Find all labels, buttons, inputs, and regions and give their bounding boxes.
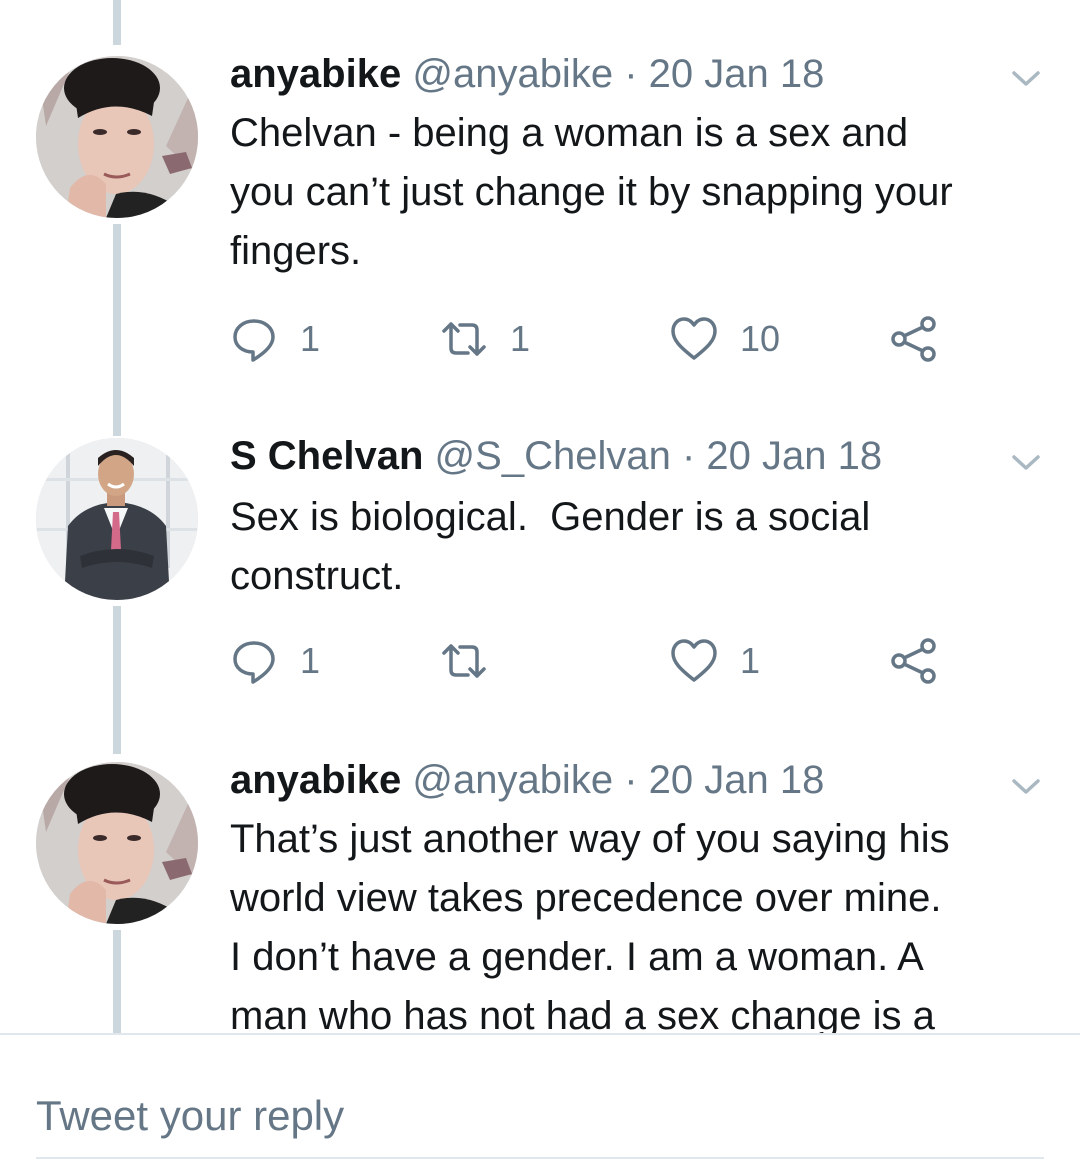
tweet-text-line: Chelvan - being a woman is a sex and xyxy=(230,111,909,155)
retweet-count: 1 xyxy=(510,318,531,359)
reply-button[interactable]: 1 xyxy=(230,314,320,364)
retweet-arrows-icon xyxy=(442,644,486,678)
thread-line xyxy=(113,224,121,436)
like-button[interactable]: 1 xyxy=(670,636,760,686)
thread-line xyxy=(113,606,121,754)
tweet-text: Sex is biological. Gender is a social co… xyxy=(230,488,1050,606)
heart-icon xyxy=(671,317,717,360)
chevron-down-icon[interactable] xyxy=(1008,444,1044,480)
user-handle[interactable]: @S_Chelvan xyxy=(435,434,671,478)
reply-count: 1 xyxy=(300,640,321,681)
tweet-header: S Chelvan @S_Chelvan · 20 Jan 18 xyxy=(230,432,882,480)
tweet-text-line: Sex is biological. Gender is a social xyxy=(230,495,871,539)
chevron-down-icon[interactable] xyxy=(1008,768,1044,804)
tweet-text: Chelvan - being a woman is a sex and you… xyxy=(230,104,1050,281)
reply-count: 1 xyxy=(300,318,321,359)
tweet-text-line: you can’t just change it by snapping you… xyxy=(230,170,953,214)
separator-dot: · xyxy=(681,434,696,478)
tweet-text-line: That’s just another way of you saying hi… xyxy=(230,817,950,861)
tweet-text-line: construct. xyxy=(230,554,404,598)
share-nodes-icon xyxy=(891,638,936,684)
tweet-header: anyabike @anyabike · 20 Jan 18 xyxy=(230,756,824,804)
reply-input[interactable] xyxy=(36,1075,1044,1159)
tweet-actions: 1 1 xyxy=(230,636,950,686)
share-button[interactable] xyxy=(890,314,938,364)
avatar[interactable] xyxy=(36,56,198,218)
reply-composer xyxy=(0,1033,1080,1175)
like-count: 1 xyxy=(740,640,761,681)
separator-dot: · xyxy=(624,758,638,802)
speech-bubble-icon xyxy=(233,319,275,362)
retweet-arrows-icon xyxy=(442,322,486,356)
tweet-text-line: fingers. xyxy=(230,229,362,273)
retweet-button[interactable] xyxy=(440,636,510,686)
tweet-header: anyabike @anyabike · 20 Jan 18 xyxy=(230,50,824,98)
tweet-date[interactable]: 20 Jan 18 xyxy=(649,758,825,802)
woman-portrait-avatar-image xyxy=(36,56,198,218)
thread-line xyxy=(113,930,121,1033)
woman-portrait-avatar-image xyxy=(36,762,198,924)
man-in-suit-avatar-image xyxy=(36,438,198,600)
tweet-actions: 1 1 10 xyxy=(230,314,950,364)
share-button[interactable] xyxy=(890,636,938,686)
share-nodes-icon xyxy=(891,316,936,362)
reply-button[interactable]: 1 xyxy=(230,636,320,686)
like-button[interactable]: 10 xyxy=(670,314,780,364)
avatar[interactable] xyxy=(36,762,198,924)
retweet-button[interactable]: 1 xyxy=(440,314,530,364)
thread-line xyxy=(113,0,121,45)
chevron-down-icon[interactable] xyxy=(1008,60,1044,96)
tweet-date[interactable]: 20 Jan 18 xyxy=(649,52,825,96)
user-handle[interactable]: @anyabike xyxy=(412,758,613,802)
tweet-date[interactable]: 20 Jan 18 xyxy=(706,434,882,478)
heart-icon xyxy=(671,639,717,682)
display-name[interactable]: anyabike xyxy=(230,758,401,802)
speech-bubble-icon xyxy=(233,641,275,684)
user-handle[interactable]: @anyabike xyxy=(412,52,613,96)
like-count: 10 xyxy=(740,318,781,359)
display-name[interactable]: anyabike xyxy=(230,52,401,96)
separator-dot: · xyxy=(624,52,638,96)
tweet-text-line: world view takes precedence over mine. xyxy=(230,876,942,920)
tweet-text-line: I don’t have a gender. I am a woman. A xyxy=(230,935,924,979)
tweet-text: That’s just another way of you saying hi… xyxy=(230,810,1050,1046)
avatar[interactable] xyxy=(36,438,198,600)
display-name[interactable]: S Chelvan xyxy=(230,434,423,478)
